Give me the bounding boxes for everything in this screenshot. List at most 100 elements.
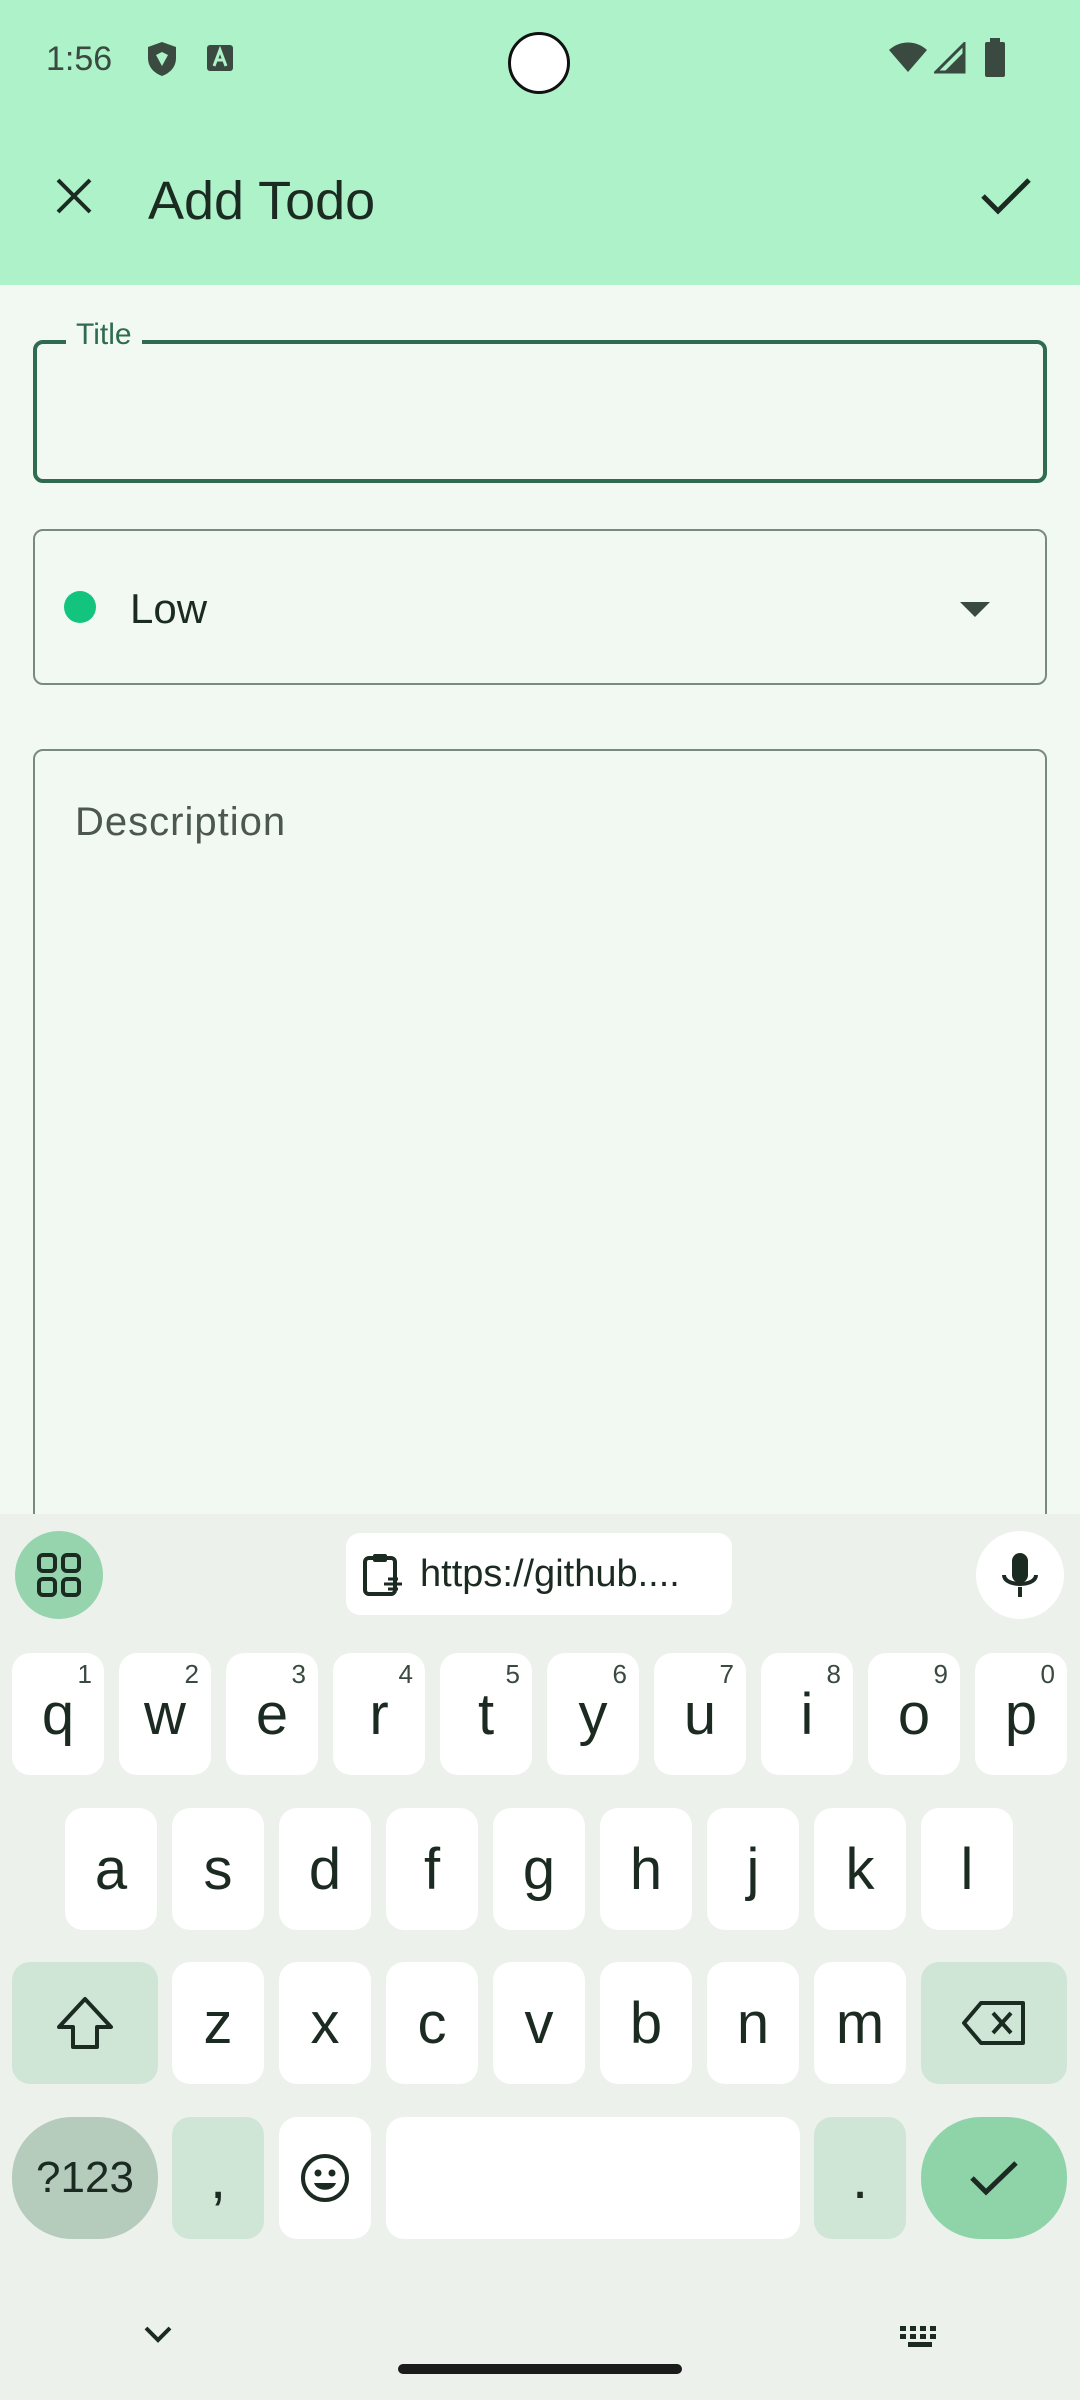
- camera-cutout: [508, 32, 570, 94]
- emoji-icon: [301, 2154, 349, 2202]
- page-title: Add Todo: [148, 171, 376, 231]
- dropdown-arrow-icon: [960, 602, 990, 617]
- priority-value: Low: [130, 585, 208, 632]
- key-label: a: [94, 1836, 128, 1902]
- check-icon: [970, 2161, 1018, 2196]
- key-d[interactable]: d: [279, 1808, 371, 1930]
- key-b[interactable]: b: [600, 1962, 692, 2084]
- key-number-hint: 9: [933, 1659, 948, 1689]
- key-i[interactable]: i8: [761, 1653, 853, 1775]
- symbols-key[interactable]: ?123: [12, 2117, 158, 2239]
- key-e[interactable]: e3: [226, 1653, 318, 1775]
- microphone-icon: [1002, 1553, 1038, 1597]
- key-label: k: [845, 1836, 875, 1902]
- key-q[interactable]: q1: [12, 1653, 104, 1775]
- signal-icon: [932, 40, 966, 79]
- save-button[interactable]: [970, 162, 1042, 230]
- key-label: g: [522, 1836, 556, 1902]
- space-key[interactable]: [386, 2117, 800, 2239]
- shift-icon: [57, 1997, 113, 2049]
- key-label: v: [524, 1990, 554, 2056]
- keyboard-apps-button[interactable]: [15, 1531, 103, 1619]
- key-k[interactable]: k: [814, 1808, 906, 1930]
- voice-input-button[interactable]: [976, 1531, 1064, 1619]
- title-label: Title: [66, 318, 142, 352]
- keyboard-switch-button[interactable]: [898, 2324, 942, 2355]
- status-time: 1:56: [46, 40, 113, 78]
- key-v[interactable]: v: [493, 1962, 585, 2084]
- key-label: u: [683, 1681, 717, 1747]
- key-label: b: [629, 1990, 663, 2056]
- key-c[interactable]: c: [386, 1962, 478, 2084]
- key-t[interactable]: t5: [440, 1653, 532, 1775]
- key-j[interactable]: j: [707, 1808, 799, 1930]
- key-number-hint: 6: [612, 1659, 627, 1689]
- key-s[interactable]: s: [172, 1808, 264, 1930]
- key-label: e: [255, 1681, 289, 1747]
- key-l[interactable]: l: [921, 1808, 1013, 1930]
- key-label: i: [800, 1681, 814, 1747]
- key-y[interactable]: y6: [547, 1653, 639, 1775]
- keyboard-icon: [900, 2326, 936, 2347]
- key-w[interactable]: w2: [119, 1653, 211, 1775]
- key-label: d: [308, 1836, 342, 1902]
- key-number-hint: 1: [77, 1659, 92, 1689]
- key-label: r: [369, 1681, 389, 1747]
- key-label: m: [835, 1990, 885, 2056]
- period-key[interactable]: .: [814, 2117, 906, 2239]
- key-label: s: [203, 1836, 233, 1902]
- key-g[interactable]: g: [493, 1808, 585, 1930]
- key-u[interactable]: u7: [654, 1653, 746, 1775]
- key-number-hint: 5: [505, 1659, 520, 1689]
- gesture-nav-handle[interactable]: [398, 2364, 682, 2374]
- key-h[interactable]: h: [600, 1808, 692, 1930]
- key-label: f: [423, 1836, 441, 1902]
- check-icon: [981, 178, 1031, 215]
- battery-icon: [984, 38, 1006, 83]
- comma-key[interactable]: ,: [172, 2117, 264, 2239]
- key-label: y: [578, 1681, 608, 1747]
- title-input[interactable]: [33, 340, 1047, 483]
- key-m[interactable]: m: [814, 1962, 906, 2084]
- key-n[interactable]: n: [707, 1962, 799, 2084]
- close-icon: [56, 178, 92, 214]
- description-input[interactable]: [33, 749, 1047, 1549]
- key-label: w: [144, 1681, 186, 1747]
- key-z[interactable]: z: [172, 1962, 264, 2084]
- clipboard-text: https://github....: [420, 1553, 680, 1595]
- key-label: h: [629, 1836, 663, 1902]
- key-number-hint: 2: [184, 1659, 199, 1689]
- key-p[interactable]: p0: [975, 1653, 1067, 1775]
- key-label: p: [1004, 1681, 1038, 1747]
- key-number-hint: 7: [719, 1659, 734, 1689]
- emoji-key[interactable]: [279, 2117, 371, 2239]
- translate-icon: [206, 44, 234, 79]
- key-number-hint: 0: [1040, 1659, 1055, 1689]
- key-label: j: [746, 1836, 760, 1902]
- grid-icon: [37, 1553, 81, 1597]
- key-f[interactable]: f: [386, 1808, 478, 1930]
- key-o[interactable]: o9: [868, 1653, 960, 1775]
- key-number-hint: 8: [826, 1659, 841, 1689]
- key-label: l: [960, 1836, 974, 1902]
- priority-color-dot: [64, 591, 96, 623]
- key-label: n: [736, 1990, 770, 2056]
- backspace-key[interactable]: [921, 1962, 1067, 2084]
- hide-keyboard-button[interactable]: [140, 2322, 176, 2351]
- backspace-icon: [962, 2001, 1025, 2045]
- key-label: q: [41, 1681, 75, 1747]
- close-button[interactable]: [40, 162, 108, 230]
- shield-icon: [146, 40, 178, 83]
- shift-key[interactable]: [12, 1962, 158, 2084]
- key-x[interactable]: x: [279, 1962, 371, 2084]
- soft-keyboard: [0, 1514, 1080, 2400]
- enter-key[interactable]: [921, 2117, 1067, 2239]
- key-label: t: [477, 1681, 495, 1747]
- key-a[interactable]: a: [65, 1808, 157, 1930]
- chevron-down-icon: [144, 2326, 172, 2343]
- key-label: o: [897, 1681, 931, 1747]
- wifi-icon: [888, 42, 928, 79]
- key-number-hint: 4: [398, 1659, 413, 1689]
- key-r[interactable]: r4: [333, 1653, 425, 1775]
- clipboard-link-icon: [362, 1552, 406, 1603]
